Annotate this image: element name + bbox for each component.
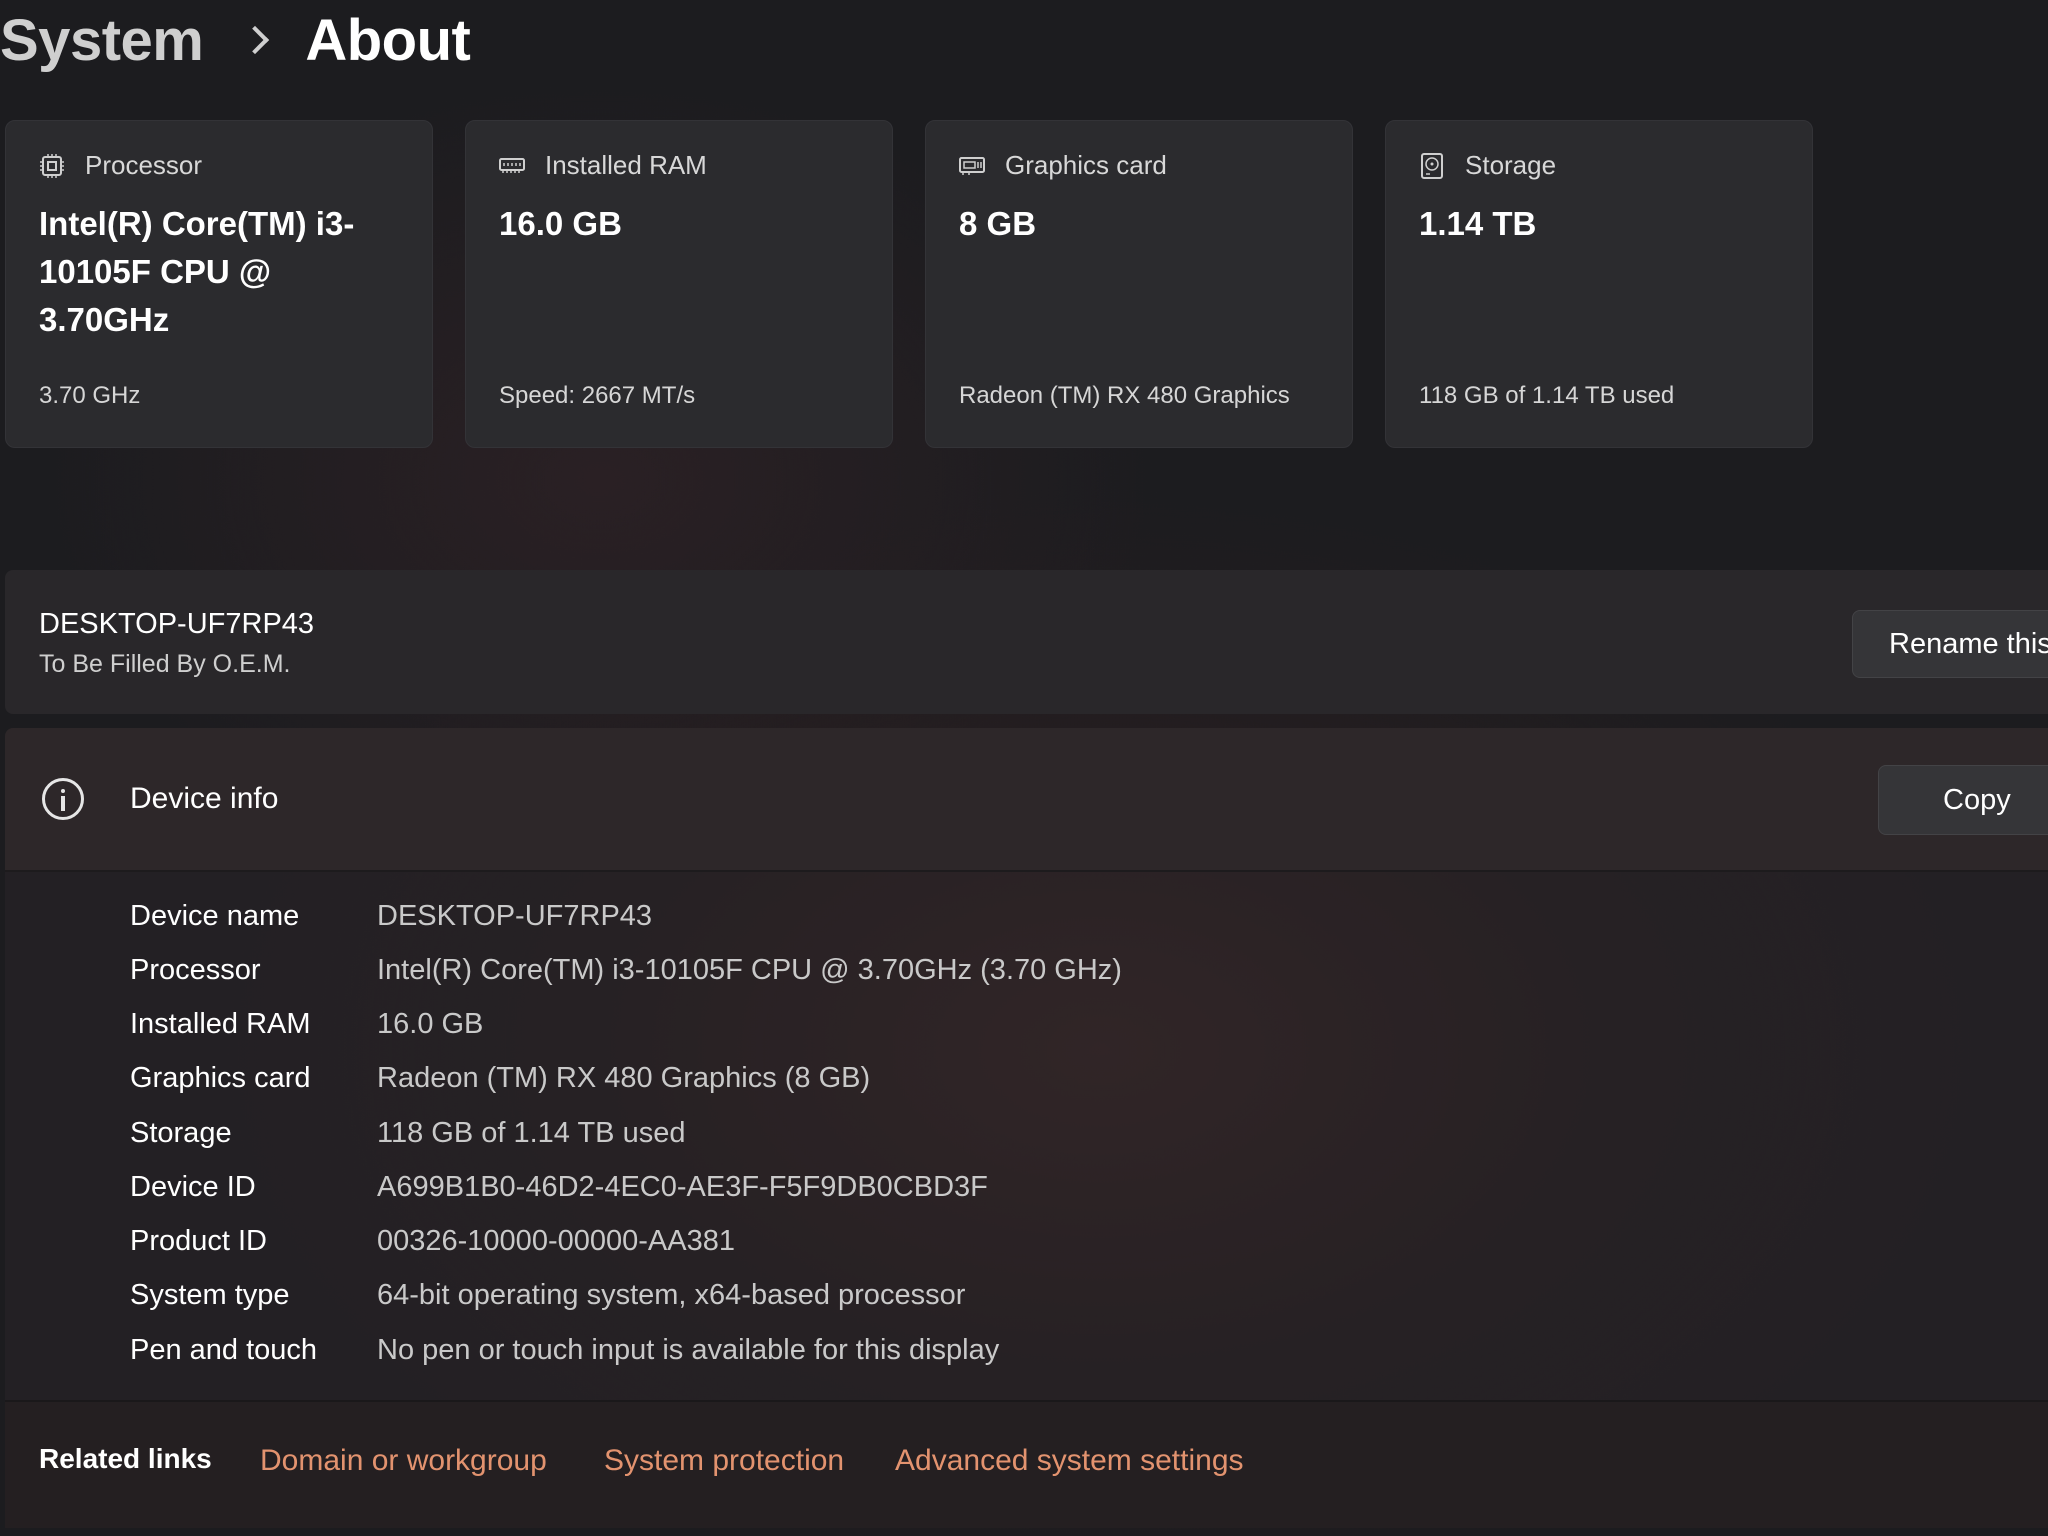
- storage-card-sub: 118 GB of 1.14 TB used: [1419, 382, 1675, 409]
- storage-drive-icon: [1419, 152, 1445, 179]
- spec-value: Radeon (TM) RX 480 Graphics (8 GB): [377, 1061, 871, 1094]
- processor-card-header: Processor: [39, 150, 202, 181]
- link-domain-or-workgroup[interactable]: Domain or workgroup: [260, 1444, 547, 1478]
- graphics-card-label: Graphics card: [1005, 150, 1167, 180]
- processor-chip-icon: [39, 153, 65, 179]
- spec-row: Pen and touch No pen or touch input is a…: [130, 1323, 999, 1377]
- breadcrumb: System About: [0, 0, 471, 80]
- spec-value: 16.0 GB: [377, 1007, 484, 1040]
- ram-card-label: Installed RAM: [545, 150, 707, 180]
- page-title: About: [305, 7, 471, 73]
- processor-card-sub: 3.70 GHz: [39, 382, 141, 409]
- spec-value: 118 GB of 1.14 TB used: [377, 1116, 686, 1149]
- spec-row: Device name DESKTOP-UF7RP43: [130, 889, 652, 943]
- spec-row: Processor Intel(R) Core(TM) i3-10105F CP…: [130, 943, 1122, 997]
- ram-card-sub: Speed: 2667 MT/s: [499, 382, 696, 409]
- processor-card-value: Intel(R) Core(TM) i3-10105F CPU @ 3.70GH…: [39, 205, 355, 338]
- device-model-text: To Be Filled By O.E.M.: [39, 650, 291, 678]
- spec-key: Graphics card: [130, 1061, 311, 1094]
- spec-row: Storage 118 GB of 1.14 TB used: [130, 1106, 685, 1160]
- spec-value: A699B1B0-46D2-4EC0-AE3F-F5F9DB0CBD3F: [377, 1170, 988, 1203]
- ram-card-header: Installed RAM: [499, 150, 707, 181]
- spec-key: Device ID: [130, 1170, 256, 1203]
- processor-card-label: Processor: [85, 150, 203, 180]
- spec-value: 00326-10000-00000-AA381: [377, 1224, 735, 1257]
- spec-key: Installed RAM: [130, 1007, 311, 1040]
- graphics-card-value: 8 GB: [959, 205, 1037, 242]
- spec-row: System type 64-bit operating system, x64…: [130, 1268, 965, 1322]
- spec-key: Storage: [130, 1116, 232, 1149]
- device-info-title: Device info: [130, 782, 279, 815]
- spec-value: No pen or touch input is available for t…: [377, 1333, 1000, 1366]
- device-info-header[interactable]: [5, 728, 2048, 872]
- spec-key: Product ID: [130, 1224, 267, 1257]
- spec-key: System type: [130, 1278, 290, 1311]
- storage-card-value: 1.14 TB: [1419, 205, 1537, 242]
- link-system-protection[interactable]: System protection: [604, 1444, 844, 1478]
- ram-module-icon: [499, 153, 525, 179]
- spec-key: Device name: [130, 899, 300, 932]
- spec-key: Processor: [130, 953, 261, 986]
- spec-row: Installed RAM 16.0 GB: [130, 997, 483, 1051]
- spec-row: Product ID 00326-10000-00000-AA381: [130, 1214, 735, 1268]
- spec-value: Intel(R) Core(TM) i3-10105F CPU @ 3.70GH…: [377, 953, 1122, 986]
- info-circle-icon: [42, 778, 84, 820]
- device-name-panel: [5, 570, 2048, 714]
- ram-card-value: 16.0 GB: [499, 205, 622, 242]
- storage-card-header: Storage: [1419, 150, 1556, 181]
- device-name-heading: DESKTOP-UF7RP43: [39, 608, 315, 640]
- copy-button[interactable]: Copy: [1878, 765, 2048, 835]
- related-links-title: Related links: [39, 1443, 212, 1474]
- spec-row: Device ID A699B1B0-46D2-4EC0-AE3F-F5F9DB…: [130, 1160, 988, 1214]
- storage-card-label: Storage: [1465, 150, 1557, 180]
- rename-pc-button[interactable]: Rename this: [1852, 610, 2048, 678]
- spec-value: DESKTOP-UF7RP43: [377, 899, 653, 932]
- breadcrumb-system[interactable]: System: [0, 7, 204, 74]
- chevron-right-icon: [241, 25, 270, 55]
- spec-value: 64-bit operating system, x64-based proce…: [377, 1278, 966, 1311]
- graphics-card-sub: Radeon (TM) RX 480 Graphics: [959, 382, 1290, 409]
- spec-row: Graphics card Radeon (TM) RX 480 Graphic…: [130, 1051, 870, 1105]
- spec-key: Pen and touch: [130, 1333, 318, 1366]
- link-advanced-system-settings[interactable]: Advanced system settings: [895, 1444, 1244, 1478]
- graphics-card-header: Graphics card: [959, 150, 1167, 181]
- graphics-card-icon: [959, 153, 985, 179]
